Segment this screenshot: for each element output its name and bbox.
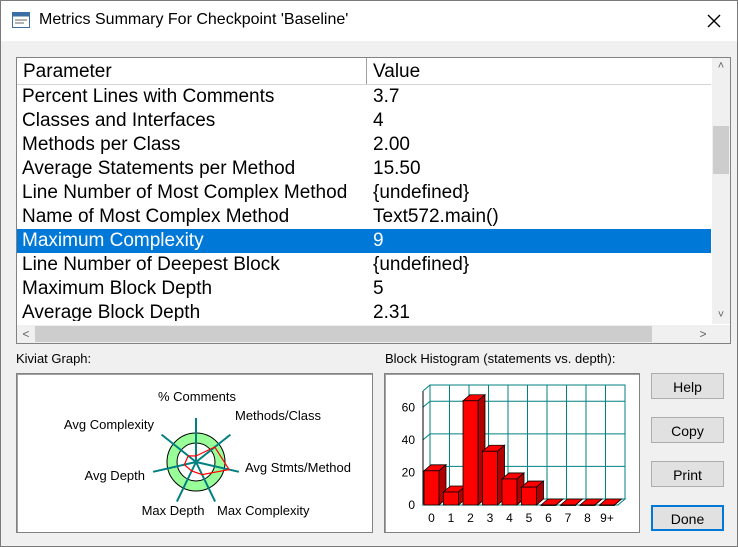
value-cell: 5 <box>373 278 384 299</box>
kiviat-graph-label: Kiviat Graph: <box>16 351 92 366</box>
histogram-bar <box>482 450 498 506</box>
histogram-bar <box>443 491 459 506</box>
histogram-bar <box>521 486 537 506</box>
table-row[interactable]: Line Number of Deepest Block {undefined} <box>17 253 711 277</box>
value-cell: 2.00 <box>373 134 410 155</box>
parameter-cell: Line Number of Deepest Block <box>22 254 280 275</box>
kiviat-axis-label: Avg Depth <box>85 468 145 483</box>
kiviat-graph: % Comments Methods/Class Avg Stmts/Metho… <box>64 389 351 518</box>
kiviat-axis-label: Max Depth <box>142 503 205 518</box>
histogram-bar <box>540 504 557 506</box>
histogram-bar <box>579 504 596 506</box>
histogram-x-tick-label: 7 <box>565 511 572 525</box>
scroll-left-icon[interactable]: < <box>17 325 35 343</box>
vertical-scrollbar[interactable]: ˄ ˅ <box>712 58 730 324</box>
table-row[interactable]: Average Block Depth 2.31 <box>17 301 711 321</box>
table-row[interactable]: Classes and Interfaces 4 <box>17 109 711 133</box>
histogram-bar <box>462 400 479 506</box>
histogram-y-tick-label: 20 <box>402 465 416 479</box>
column-header-value[interactable]: Value <box>367 58 711 84</box>
horizontal-scroll-thumb[interactable] <box>35 326 652 342</box>
help-button[interactable]: Help <box>651 373 724 399</box>
scrollbar-corner <box>712 325 730 343</box>
scroll-down-icon[interactable]: ˅ <box>712 307 730 324</box>
metrics-table[interactable]: Parameter Value Percent Lines with Comme… <box>16 57 731 344</box>
block-histogram-label: Block Histogram (statements vs. depth): <box>385 351 616 366</box>
histogram-x-tick-label: 1 <box>448 511 455 525</box>
histogram-y-tick-label: 60 <box>402 400 416 414</box>
kiviat-graph-panel: % Comments Methods/Class Avg Stmts/Metho… <box>16 373 373 533</box>
metrics-summary-dialog: Metrics Summary For Checkpoint 'Baseline… <box>0 0 738 547</box>
parameter-cell: Methods per Class <box>22 134 181 155</box>
histogram-x-tick-label: 0 <box>428 511 435 525</box>
histogram-gridline <box>422 433 431 441</box>
title-bar: Metrics Summary For Checkpoint 'Baseline… <box>1 1 737 41</box>
print-button[interactable]: Print <box>651 461 724 487</box>
histogram-bar <box>599 504 615 506</box>
table-row[interactable]: Percent Lines with Comments 3.7 <box>17 85 711 109</box>
table-row[interactable]: Line Number of Most Complex Method {undef… <box>17 181 711 205</box>
histogram-bar <box>423 470 440 506</box>
histogram-x-tick-label: 5 <box>526 511 533 525</box>
value-cell: {undefined} <box>373 182 470 203</box>
table-row[interactable]: Name of Most Complex Method Text572.main(… <box>17 205 711 229</box>
histogram-x-tick-label: 9+ <box>600 511 614 525</box>
done-button[interactable]: Done <box>651 505 724 531</box>
histogram-gridline <box>422 384 431 392</box>
table-header: Parameter Value <box>17 58 711 85</box>
close-icon <box>707 14 721 28</box>
parameter-cell: Percent Lines with Comments <box>22 86 275 107</box>
value-cell: 15.50 <box>373 158 421 179</box>
parameter-cell: Average Block Depth <box>22 302 201 321</box>
histogram-x-tick-label: 2 <box>467 511 474 525</box>
value-cell: Text572.main() <box>373 206 499 227</box>
copy-button[interactable]: Copy <box>651 417 724 443</box>
kiviat-axis-label: Methods/Class <box>235 408 321 423</box>
column-header-parameter[interactable]: Parameter <box>17 58 367 84</box>
value-cell: 3.7 <box>373 86 400 107</box>
histogram-bar <box>501 478 518 506</box>
histogram-bar <box>560 504 576 506</box>
block-histogram-panel: 0 20 40 60 0 1 2 3 4 5 6 7 8 9+ <box>384 373 640 533</box>
parameter-cell: Name of Most Complex Method <box>22 206 290 227</box>
histogram-x-tick-label: 4 <box>506 511 513 525</box>
scroll-right-icon[interactable]: > <box>694 325 712 343</box>
kiviat-axis-label: Max Complexity <box>217 503 310 518</box>
histogram-x-tick-label: 8 <box>584 511 591 525</box>
kiviat-axis-label: Avg Stmts/Method <box>245 460 351 475</box>
value-cell: {undefined} <box>373 254 470 275</box>
horizontal-scrollbar[interactable]: < > <box>17 325 712 343</box>
table-row[interactable]: Maximum Block Depth 5 <box>17 277 711 301</box>
vertical-scroll-thumb[interactable] <box>713 126 729 174</box>
kiviat-axis-label: Avg Complexity <box>64 417 155 432</box>
parameter-cell: Maximum Complexity <box>22 230 204 251</box>
scroll-up-icon[interactable]: ˄ <box>712 58 730 75</box>
parameter-cell: Average Statements per Method <box>22 158 296 179</box>
histogram-x-tick-label: 3 <box>487 511 494 525</box>
table-row[interactable]: Methods per Class 2.00 <box>17 133 711 157</box>
table-row[interactable]: Average Statements per Method 15.50 <box>17 157 711 181</box>
value-cell: 2.31 <box>373 302 410 321</box>
kiviat-axis-label: % Comments <box>158 389 237 404</box>
app-icon <box>12 12 30 28</box>
histogram-x-tick-label: 6 <box>545 511 552 525</box>
histogram-y-tick-label: 0 <box>408 498 415 512</box>
parameter-cell: Classes and Interfaces <box>22 110 216 131</box>
block-histogram-chart: 02040600 1 2 3 4 5 6 7 8 9+ <box>402 384 627 525</box>
value-cell: 9 <box>373 230 384 251</box>
table-row[interactable]: Maximum Complexity 9 <box>17 229 711 253</box>
parameter-cell: Line Number of Most Complex Method <box>22 182 348 203</box>
parameter-cell: Maximum Block Depth <box>22 278 213 299</box>
value-cell: 4 <box>373 110 384 131</box>
histogram-y-tick-label: 40 <box>402 433 416 447</box>
close-button[interactable] <box>691 1 737 41</box>
window-title: Metrics Summary For Checkpoint 'Baseline… <box>39 11 349 28</box>
table-body: Percent Lines with Comments 3.7 Classes an… <box>17 85 711 321</box>
histogram-gridline <box>422 400 431 408</box>
